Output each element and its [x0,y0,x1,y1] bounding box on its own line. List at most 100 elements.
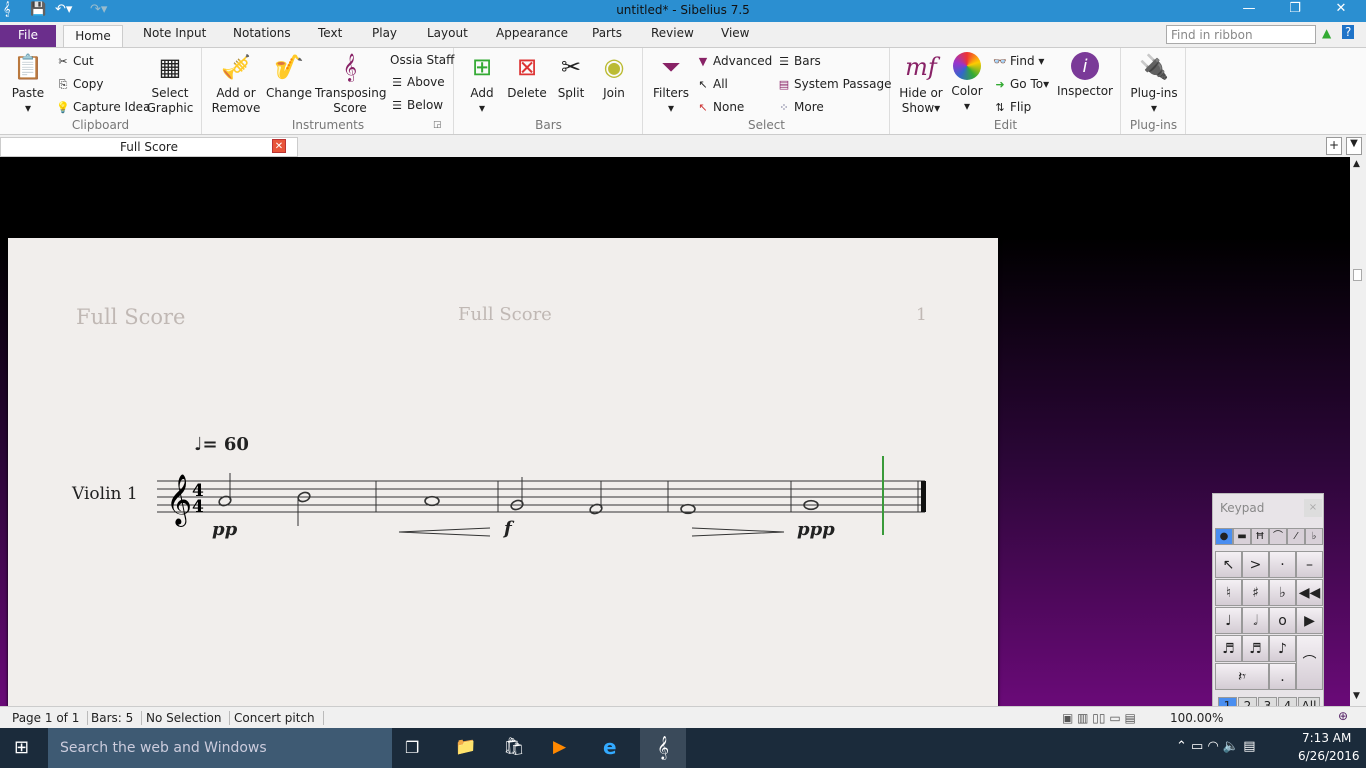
keypad-tab-beams-icon[interactable]: Ħ [1251,528,1269,545]
more-icon: ⁘ [779,101,789,114]
minimize-button[interactable]: — [1226,1,1272,16]
tab-appearance[interactable]: Appearance [496,26,568,40]
maximize-button[interactable]: ❐ [1272,1,1318,16]
file-explorer-icon[interactable]: 📁 [455,737,476,757]
inspector-button[interactable]: i Inspector [1057,52,1113,99]
keypad-rewind-icon[interactable]: ◀◀ [1296,579,1323,606]
tab-review[interactable]: Review [651,26,694,40]
sibelius-taskbar-icon[interactable]: 𝄞 [640,728,686,768]
color-button[interactable]: Color ▾ [947,52,987,114]
keypad-half-note-icon[interactable]: 𝅗𝅥 [1242,607,1269,634]
capture-idea-button[interactable]: 💡 Capture Idea [56,100,150,114]
clock-date[interactable]: 6/26/2016 [1298,749,1360,763]
keypad-rest-icon[interactable]: 𝄽𝄾 [1215,663,1269,690]
plugins-button[interactable]: 🔌 Plug-ins ▾ [1126,52,1182,116]
keypad-close-icon[interactable]: × [1304,499,1322,517]
tab-play[interactable]: Play [372,26,397,40]
find-button[interactable]: 👓 Find ▾ [993,54,1044,68]
keypad-tab-accidentals-icon[interactable]: ♭ [1305,528,1323,545]
zoom-in-icon[interactable]: ⊕ [1338,709,1356,723]
keypad-quarter-note-icon[interactable]: ♩ [1215,607,1242,634]
tab-parts[interactable]: Parts [592,26,622,40]
tab-text[interactable]: Text [318,26,342,40]
keypad-sixteenth-note-icon[interactable]: ♬ [1242,635,1269,662]
tab-menu-chevron-icon[interactable]: ▼ [1346,137,1362,155]
scroll-down-icon[interactable]: ▼ [1353,691,1360,701]
new-tab-plus-icon[interactable]: + [1326,137,1342,155]
edge-icon[interactable]: e [603,735,617,759]
keypad-pointer-icon[interactable]: ↖ [1215,551,1242,578]
select-bars-button[interactable]: ☰ Bars [777,54,821,68]
keypad-tab-rests-icon[interactable]: ▬ [1233,528,1251,545]
tab-full-score[interactable]: Full Score [0,137,298,157]
cut-button[interactable]: ✂ Cut [56,54,93,68]
filters-button[interactable]: ⏷ Filters ▾ [652,52,690,116]
add-bar-button[interactable]: ⊞ Add ▾ [463,52,501,116]
keypad-tie-icon[interactable]: ⌒ [1296,635,1323,690]
tab-note-input[interactable]: Note Input [143,26,206,40]
keypad-sharp-icon[interactable]: ♯ [1242,579,1269,606]
diminuendo-hairpin [691,527,785,537]
keypad-accent-icon[interactable]: > [1242,551,1269,578]
scroll-thumb[interactable] [1353,269,1362,281]
hide-or-show-button[interactable]: mf Hide or Show▾ [897,52,945,116]
ribbon-tabs: Note Input Notations Text Play Layout Ap… [0,22,1366,47]
keypad-eighth-note-icon[interactable]: ♪ [1269,635,1296,662]
scroll-up-icon[interactable]: ▲ [1353,159,1360,169]
binoculars-icon: 👓 [993,55,1007,68]
close-tab-icon[interactable]: ✕ [272,139,286,153]
keypad-dot-icon[interactable]: . [1269,663,1296,690]
store-icon[interactable]: 🛍 [503,737,525,757]
go-to-button[interactable]: ➜ Go To▾ [993,77,1049,91]
add-remove-instruments-button[interactable]: 🎺 Add or Remove [211,52,261,116]
split-bar-button[interactable]: ✂ Split [552,52,590,101]
keypad-tenuto-icon[interactable]: – [1296,551,1323,578]
keypad-whole-note-icon[interactable]: o [1269,607,1296,634]
delete-bar-button[interactable]: ⊠ Delete [506,52,548,101]
tab-home[interactable]: Home [63,25,123,48]
keypad-staccato-icon[interactable]: · [1269,551,1296,578]
select-all-button[interactable]: ↖ All [696,77,728,91]
keypad-tab-articulations-icon[interactable]: ⌒ [1269,528,1287,545]
keypad-tab-tremolo-icon[interactable]: ⁄ [1287,528,1305,545]
status-bar: Page 1 of 1 Bars: 5 No Selection Concert… [0,706,1366,728]
copy-button[interactable]: ⎘ Copy [56,77,104,92]
clock-time[interactable]: 7:13 AM [1302,731,1351,745]
ossia-below-button[interactable]: ☰ Below [390,98,443,112]
change-instrument-button[interactable]: 🎷 Change [265,52,313,101]
find-in-ribbon-input[interactable]: Find in ribbon [1166,25,1316,44]
tab-layout[interactable]: Layout [427,26,468,40]
keypad-sixtyfourth-note-icon[interactable]: ♬ [1215,635,1242,662]
select-graphic-button[interactable]: ▦ Select Graphic [145,52,195,116]
tab-view[interactable]: View [721,26,749,40]
join-tape-icon: ◉ [603,53,625,81]
status-concert-pitch[interactable]: Concert pitch [234,711,324,725]
media-icon[interactable]: ▶ [553,737,566,757]
tab-file[interactable]: File [0,25,56,47]
collapse-ribbon-icon[interactable]: ▲ [1322,26,1331,40]
system-passage-button[interactable]: ▤ System Passage [777,77,892,91]
keypad-play-icon[interactable]: ▶ [1296,607,1323,634]
tray-icons[interactable]: ⌃ ▭ ◠ 🔈 ▤ [1176,739,1256,754]
vertical-scrollbar[interactable]: ▲ ▼ [1350,157,1366,706]
help-icon[interactable]: ? [1342,25,1355,39]
keypad-natural-icon[interactable]: ♮ [1215,579,1242,606]
select-more-button[interactable]: ⁘ More [777,100,823,114]
taskbar-search-input[interactable]: Search the web and Windows [48,728,392,768]
task-view-icon[interactable]: ❐ [405,738,419,757]
staff-notation[interactable]: 𝄞 4 4 [8,238,998,708]
view-mode-icons[interactable]: ▣ ▥ ▯▯ ▭ ▤ [1062,711,1144,725]
ossia-above-button[interactable]: ☰ Above [390,75,445,89]
join-bar-button[interactable]: ◉ Join [595,52,633,101]
flip-button[interactable]: ⇅ Flip [993,100,1031,114]
select-none-button[interactable]: ↖ None [696,100,744,114]
transposing-score-button[interactable]: 𝄞 Transposing Score [315,52,386,116]
paste-button[interactable]: 📋 Paste ▾ [6,52,50,116]
keypad-flat-icon[interactable]: ♭ [1269,579,1296,606]
tab-notations[interactable]: Notations [233,26,291,40]
select-advanced-button[interactable]: ▼ Advanced [696,54,773,68]
windows-start-icon[interactable]: ⊞ [14,737,29,758]
keypad-tab-common-icon[interactable]: ● [1215,528,1233,545]
score-page[interactable]: Full Score Full Score 1 ♩= 60 Violin 1 p… [8,238,998,708]
close-window-button[interactable]: ✕ [1318,1,1364,16]
